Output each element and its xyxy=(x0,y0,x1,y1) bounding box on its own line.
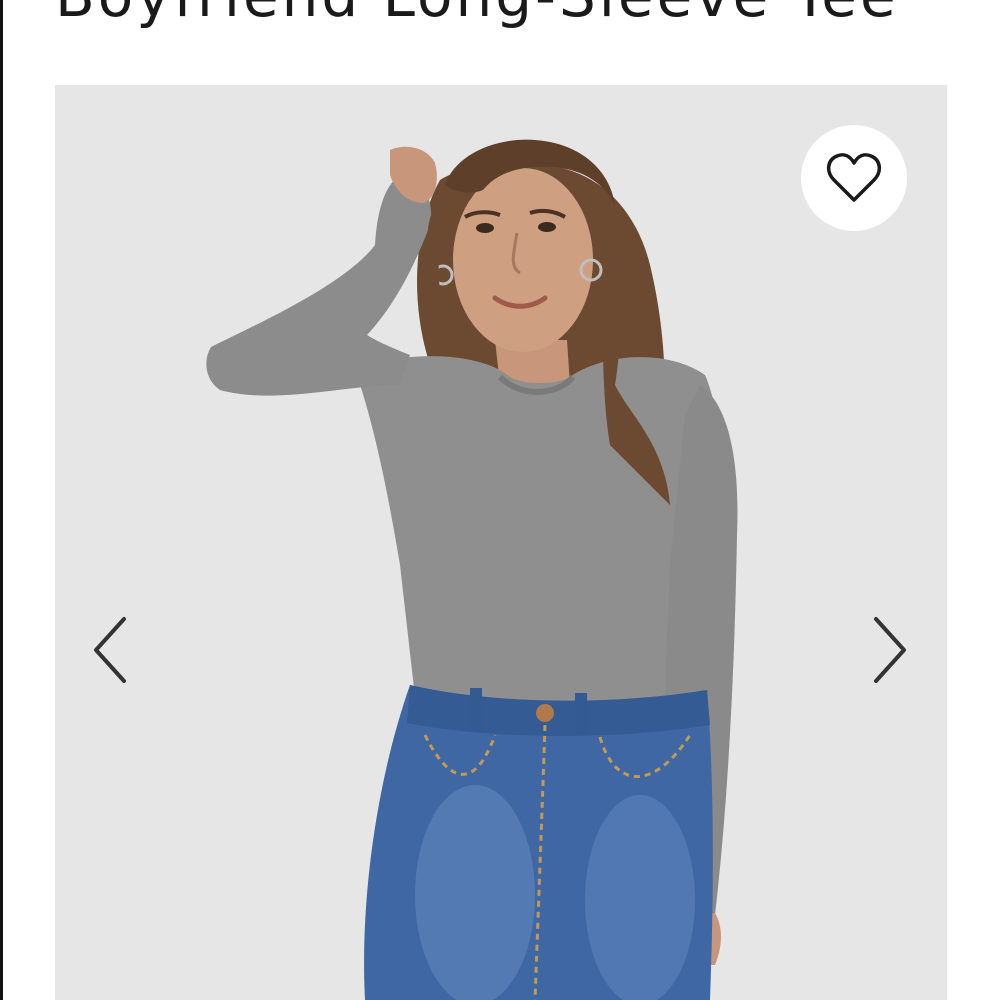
next-image-button[interactable] xyxy=(861,610,917,690)
product-title: Boyfriend Long-Sleeve Tee xyxy=(55,0,899,26)
product-page: Boyfriend Long-Sleeve Tee xyxy=(0,0,1000,1000)
heart-outline-icon xyxy=(827,153,881,202)
favorite-button[interactable] xyxy=(801,125,907,231)
previous-image-button[interactable] xyxy=(83,610,139,690)
chevron-left-icon xyxy=(94,617,126,683)
product-image-gallery[interactable] xyxy=(55,85,947,1000)
window-edge xyxy=(0,0,3,1000)
product-photo xyxy=(55,85,947,1000)
chevron-right-icon xyxy=(874,617,906,683)
